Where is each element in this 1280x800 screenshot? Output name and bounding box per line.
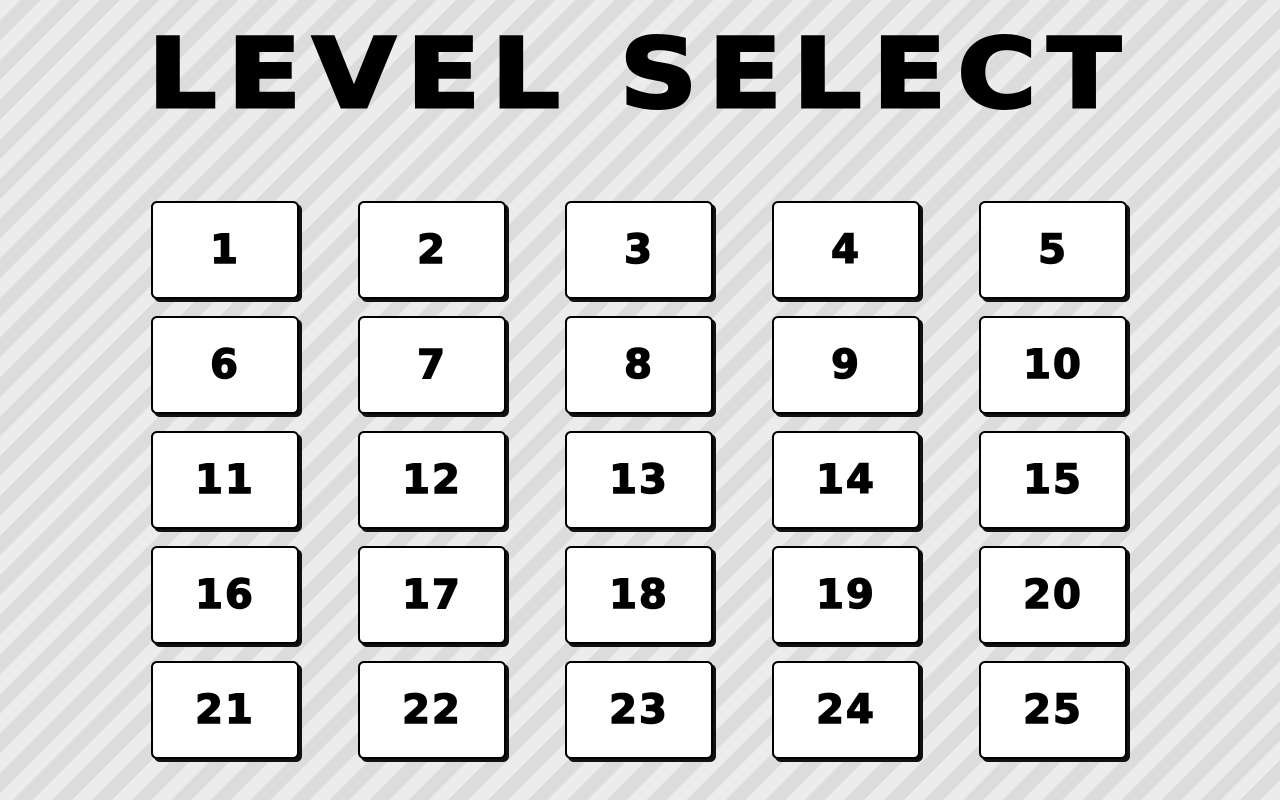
level-number: 15 <box>1022 457 1083 503</box>
level-button-16[interactable]: 16 <box>151 546 299 644</box>
level-button-21[interactable]: 21 <box>151 661 299 759</box>
level-button-9[interactable]: 9 <box>772 316 920 414</box>
page-title: LEVEL SELECT <box>146 17 1133 132</box>
level-number: 8 <box>623 342 654 388</box>
level-number: 19 <box>815 572 876 618</box>
level-number: 18 <box>608 572 669 618</box>
level-button-12[interactable]: 12 <box>358 431 506 529</box>
level-number: 1 <box>209 227 240 273</box>
level-number: 6 <box>209 342 240 388</box>
level-button-20[interactable]: 20 <box>979 546 1127 644</box>
level-number: 20 <box>1022 572 1083 618</box>
level-button-6[interactable]: 6 <box>151 316 299 414</box>
level-button-8[interactable]: 8 <box>565 316 713 414</box>
level-button-18[interactable]: 18 <box>565 546 713 644</box>
level-number: 4 <box>830 227 861 273</box>
level-number: 21 <box>194 687 255 733</box>
level-number: 17 <box>401 572 462 618</box>
level-number: 2 <box>416 227 447 273</box>
level-button-25[interactable]: 25 <box>979 661 1127 759</box>
level-button-13[interactable]: 13 <box>565 431 713 529</box>
level-button-5[interactable]: 5 <box>979 201 1127 299</box>
level-button-4[interactable]: 4 <box>772 201 920 299</box>
level-number: 10 <box>1022 342 1083 388</box>
level-button-14[interactable]: 14 <box>772 431 920 529</box>
level-button-11[interactable]: 11 <box>151 431 299 529</box>
level-button-19[interactable]: 19 <box>772 546 920 644</box>
level-button-23[interactable]: 23 <box>565 661 713 759</box>
level-button-10[interactable]: 10 <box>979 316 1127 414</box>
level-number: 12 <box>401 457 462 503</box>
level-number: 13 <box>608 457 669 503</box>
level-number: 25 <box>1022 687 1083 733</box>
level-grid: 1 2 3 4 5 6 7 8 9 10 11 12 13 14 15 16 17 18 19 20 21 22 23 24 2… <box>151 201 1127 759</box>
level-number: 16 <box>194 572 255 618</box>
level-number: 11 <box>194 457 255 503</box>
level-number: 24 <box>815 687 876 733</box>
level-button-2[interactable]: 2 <box>358 201 506 299</box>
level-number: 7 <box>416 342 447 388</box>
level-button-3[interactable]: 3 <box>565 201 713 299</box>
level-button-17[interactable]: 17 <box>358 546 506 644</box>
level-number: 3 <box>623 227 654 273</box>
level-button-7[interactable]: 7 <box>358 316 506 414</box>
level-select-screen: LEVEL SELECT 1 2 3 4 5 6 7 8 9 10 11 12 13 14 15 16 17 18… <box>0 0 1280 800</box>
level-button-22[interactable]: 22 <box>358 661 506 759</box>
level-number: 23 <box>608 687 669 733</box>
level-number: 5 <box>1037 227 1068 273</box>
level-button-1[interactable]: 1 <box>151 201 299 299</box>
level-number: 9 <box>830 342 861 388</box>
level-number: 22 <box>401 687 462 733</box>
level-button-15[interactable]: 15 <box>979 431 1127 529</box>
level-button-24[interactable]: 24 <box>772 661 920 759</box>
level-number: 14 <box>815 457 876 503</box>
